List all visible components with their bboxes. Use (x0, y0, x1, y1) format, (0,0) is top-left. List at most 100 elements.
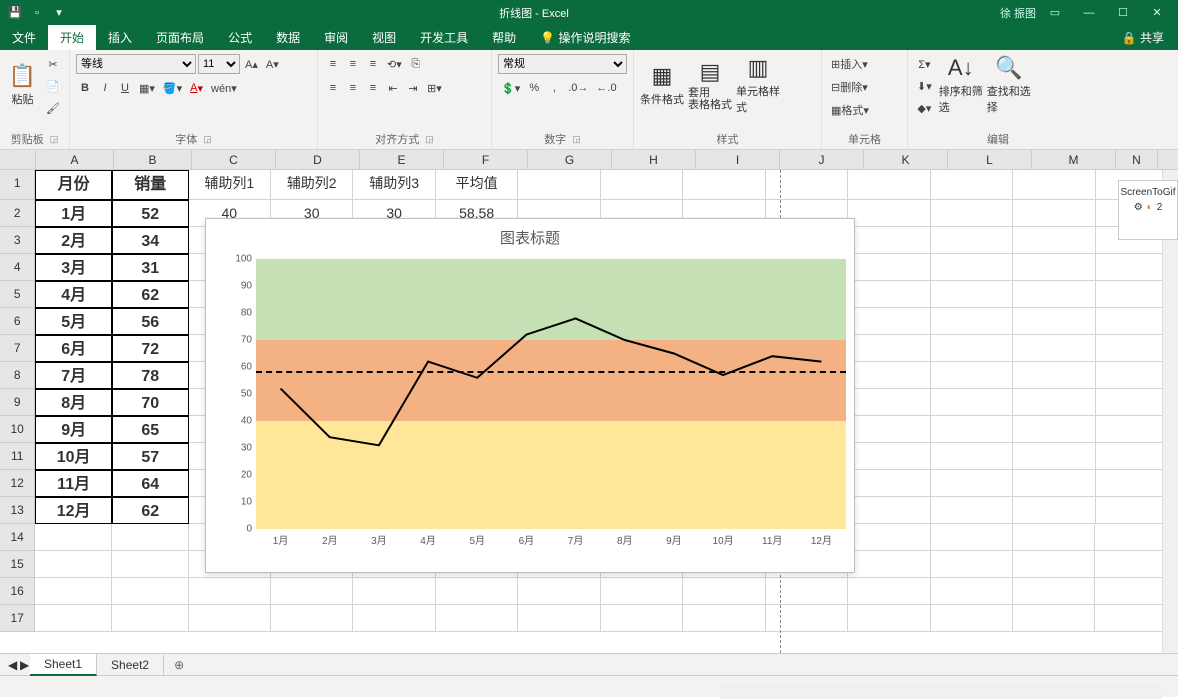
cell[interactable] (518, 170, 600, 200)
cell[interactable] (1013, 524, 1095, 551)
cell[interactable] (1013, 308, 1095, 335)
cell[interactable]: 57 (112, 443, 189, 470)
cell[interactable] (848, 281, 930, 308)
format-painter-icon[interactable]: 🖌 (43, 98, 63, 118)
clear-icon[interactable]: ◆▾ (914, 98, 935, 118)
tab-insert[interactable]: 插入 (96, 25, 144, 50)
cell[interactable] (683, 578, 765, 605)
cell[interactable]: 1月 (35, 200, 112, 227)
row-header[interactable]: 14 (0, 524, 35, 551)
close-icon[interactable]: ✕ (1142, 3, 1172, 23)
sheet-tab-2[interactable]: Sheet2 (97, 655, 164, 675)
user-name[interactable]: 徐 振图 (1000, 3, 1036, 23)
cell[interactable] (601, 170, 683, 200)
align-right-icon[interactable]: ≡ (364, 78, 382, 98)
cell[interactable] (848, 497, 930, 524)
cell[interactable]: 9月 (35, 416, 112, 443)
cell[interactable] (848, 578, 930, 605)
cell[interactable] (931, 578, 1013, 605)
percent-icon[interactable]: % (525, 78, 543, 98)
cell[interactable]: 4月 (35, 281, 112, 308)
col-header[interactable]: H (612, 150, 696, 169)
cell[interactable]: 辅助列1 (189, 170, 271, 200)
cell[interactable]: 52 (112, 200, 189, 227)
indent-inc-icon[interactable]: ⇥ (404, 78, 422, 98)
cell[interactable] (931, 416, 1013, 443)
align-top-icon[interactable]: ≡ (324, 54, 342, 74)
cell[interactable] (848, 200, 930, 227)
cell[interactable] (112, 578, 189, 605)
cell[interactable]: 平均值 (436, 170, 518, 200)
cell[interactable] (766, 578, 848, 605)
select-all-corner[interactable] (0, 150, 36, 169)
bold-button[interactable]: B (76, 78, 94, 98)
cell[interactable]: 6月 (35, 335, 112, 362)
row-header[interactable]: 10 (0, 416, 35, 443)
font-size-select[interactable]: 11 (198, 54, 240, 74)
cell-styles-button[interactable]: ▥单元格样式 (736, 54, 780, 116)
cell[interactable] (848, 470, 930, 497)
vertical-scrollbar[interactable] (1162, 170, 1178, 653)
col-header[interactable]: D (276, 150, 360, 169)
cell[interactable] (271, 578, 353, 605)
share-button[interactable]: 🔒 共享 (1108, 25, 1178, 50)
cell[interactable] (931, 308, 1013, 335)
cell[interactable] (931, 227, 1013, 254)
cell[interactable]: 销量 (112, 170, 189, 200)
orientation-icon[interactable]: ⟲▾ (384, 54, 405, 74)
tab-home[interactable]: 开始 (48, 25, 96, 50)
find-select-button[interactable]: 🔍查找和选择 (987, 54, 1031, 116)
tab-review[interactable]: 审阅 (312, 25, 360, 50)
col-header[interactable]: E (360, 150, 444, 169)
cell[interactable]: 辅助列2 (271, 170, 353, 200)
cell[interactable] (436, 578, 518, 605)
cell[interactable] (848, 362, 930, 389)
tab-file[interactable]: 文件 (0, 25, 48, 50)
qat-more-icon[interactable]: ▾ (52, 6, 66, 20)
cell[interactable]: 65 (112, 416, 189, 443)
cell[interactable]: 3月 (35, 254, 112, 281)
cell[interactable]: 月份 (35, 170, 112, 200)
cell[interactable] (35, 578, 112, 605)
indent-dec-icon[interactable]: ⇤ (384, 78, 402, 98)
cell[interactable] (848, 605, 930, 632)
number-format-select[interactable]: 常规 (498, 54, 627, 74)
cell[interactable] (518, 605, 600, 632)
row-header[interactable]: 15 (0, 551, 35, 578)
table-format-button[interactable]: ▤套用 表格格式 (688, 54, 732, 116)
col-header[interactable]: J (780, 150, 864, 169)
tab-layout[interactable]: 页面布局 (144, 25, 216, 50)
col-header[interactable]: G (528, 150, 612, 169)
col-header[interactable]: B (114, 150, 192, 169)
cell[interactable] (1013, 470, 1095, 497)
record-icon[interactable]: ◐ (1147, 202, 1153, 213)
cell[interactable]: 2月 (35, 227, 112, 254)
col-header[interactable]: F (444, 150, 528, 169)
cell[interactable]: 31 (112, 254, 189, 281)
cell[interactable] (931, 605, 1013, 632)
italic-button[interactable]: I (96, 78, 114, 98)
phonetic-button[interactable]: wén▾ (208, 78, 240, 98)
fill-icon[interactable]: ⬇▾ (914, 76, 935, 96)
align-middle-icon[interactable]: ≡ (344, 54, 362, 74)
cell[interactable] (112, 524, 189, 551)
cell[interactable] (1013, 227, 1095, 254)
cell[interactable] (35, 551, 112, 578)
inc-decimal-icon[interactable]: .0→ (565, 78, 591, 98)
cond-format-button[interactable]: ▦条件格式 (640, 54, 684, 116)
cell[interactable] (601, 605, 683, 632)
col-header[interactable]: I (696, 150, 780, 169)
cell[interactable]: 8月 (35, 389, 112, 416)
cell[interactable] (518, 578, 600, 605)
cell[interactable]: 64 (112, 470, 189, 497)
wrap-text-icon[interactable]: ⎘ (407, 54, 425, 74)
comma-icon[interactable]: , (545, 78, 563, 98)
cell[interactable] (353, 578, 435, 605)
cell[interactable] (112, 605, 189, 632)
align-bottom-icon[interactable]: ≡ (364, 54, 382, 74)
cell[interactable] (766, 170, 848, 200)
row-header[interactable]: 9 (0, 389, 35, 416)
fill-color-button[interactable]: 🪣▾ (160, 78, 185, 98)
font-name-select[interactable]: 等线 (76, 54, 196, 74)
col-header[interactable]: C (192, 150, 276, 169)
